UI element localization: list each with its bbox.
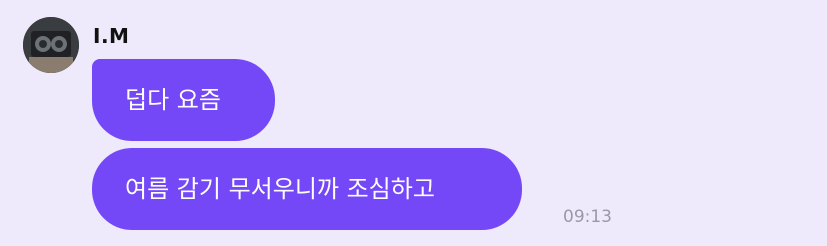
sender-name: I.M — [93, 24, 130, 48]
message-timestamp: 09:13 — [563, 207, 612, 227]
message-text: 여름 감기 무서우니까 조심하고 — [125, 175, 435, 203]
message-bubble[interactable]: 덥다 요즘 — [92, 59, 275, 141]
message-bubble[interactable]: 여름 감기 무서우니까 조심하고 — [92, 148, 522, 230]
sender-avatar[interactable] — [23, 17, 79, 73]
message-text: 덥다 요즘 — [125, 86, 221, 114]
avatar-photo-icon — [23, 17, 79, 73]
